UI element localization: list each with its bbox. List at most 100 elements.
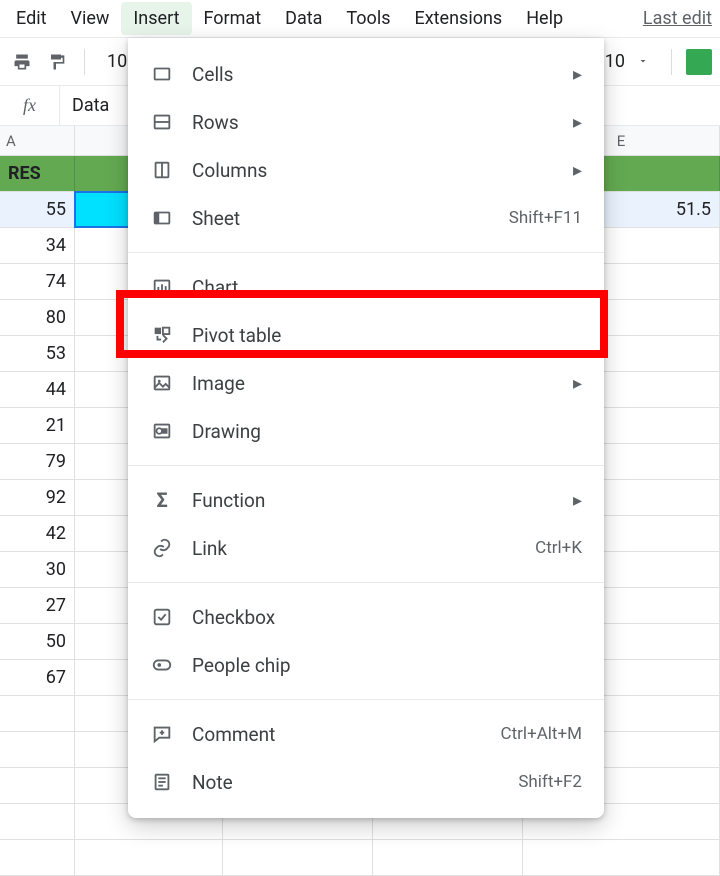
menu-shortcut: Ctrl+Alt+M <box>501 724 582 744</box>
menu-checkbox[interactable]: Checkbox <box>128 593 604 641</box>
function-icon: Σ <box>150 488 174 512</box>
menu-label: Checkbox <box>192 606 582 629</box>
menu-divider <box>128 582 604 583</box>
menu-label: People chip <box>192 654 582 677</box>
chevron-down-icon <box>637 51 649 72</box>
cell[interactable]: 79 <box>0 444 75 479</box>
image-icon <box>150 371 174 395</box>
menu-columns[interactable]: Columns ▸ <box>128 146 604 194</box>
note-icon <box>150 770 174 794</box>
cell[interactable]: 74 <box>0 264 75 299</box>
menu-divider <box>128 465 604 466</box>
menu-cells[interactable]: Cells ▸ <box>128 50 604 98</box>
menu-label: Comment <box>192 723 501 746</box>
chart-icon <box>150 275 174 299</box>
cell[interactable] <box>0 732 75 767</box>
fx-label: fx <box>0 86 60 125</box>
menu-edit[interactable]: Edit <box>4 2 58 35</box>
menu-function[interactable]: Σ Function ▸ <box>128 476 604 524</box>
columns-icon <box>150 158 174 182</box>
paint-format-icon[interactable] <box>42 48 70 76</box>
col-header-a[interactable]: A <box>0 126 75 155</box>
menu-link[interactable]: Link Ctrl+K <box>128 524 604 572</box>
cell[interactable] <box>0 768 75 803</box>
menu-note[interactable]: Note Shift+F2 <box>128 758 604 806</box>
pivot-icon <box>150 323 174 347</box>
menu-label: Note <box>192 771 518 794</box>
font-size-control[interactable]: 10 <box>597 51 657 72</box>
rows-icon <box>150 110 174 134</box>
menu-chart[interactable]: Chart <box>128 263 604 311</box>
menu-shortcut: Shift+F11 <box>509 208 582 228</box>
link-icon <box>150 536 174 560</box>
menu-drawing[interactable]: Drawing <box>128 407 604 455</box>
cell[interactable] <box>523 840 720 875</box>
menu-image[interactable]: Image ▸ <box>128 359 604 407</box>
cell[interactable]: 30 <box>0 552 75 587</box>
last-edit-link[interactable]: Last edit <box>639 2 716 35</box>
chevron-right-icon: ▸ <box>573 373 582 394</box>
separator <box>84 49 85 75</box>
menu-extensions[interactable]: Extensions <box>403 2 515 35</box>
print-icon[interactable] <box>8 48 36 76</box>
menu-people-chip[interactable]: People chip <box>128 641 604 689</box>
cell[interactable]: 42 <box>0 516 75 551</box>
menu-comment[interactable]: Comment Ctrl+Alt+M <box>128 710 604 758</box>
cell[interactable] <box>223 840 373 875</box>
cell[interactable]: 27 <box>0 588 75 623</box>
fx-value[interactable]: Data <box>60 95 109 116</box>
cell[interactable]: 55 <box>0 192 75 227</box>
chevron-right-icon: ▸ <box>573 64 582 85</box>
cell[interactable] <box>0 696 75 731</box>
table-row <box>0 840 720 876</box>
menu-label: Rows <box>192 111 573 134</box>
cell[interactable] <box>373 840 523 875</box>
menu-label: Function <box>192 489 573 512</box>
font-size-value: 10 <box>605 51 625 72</box>
cell[interactable]: 50 <box>0 624 75 659</box>
sheet-icon <box>150 206 174 230</box>
cell[interactable]: 44 <box>0 372 75 407</box>
menu-tools[interactable]: Tools <box>334 2 402 35</box>
menu-label: Columns <box>192 159 573 182</box>
menu-pivot-table[interactable]: Pivot table <box>128 311 604 359</box>
cell[interactable]: 67 <box>0 660 75 695</box>
menu-divider <box>128 252 604 253</box>
menu-label: Cells <box>192 63 573 86</box>
cell[interactable] <box>75 840 223 875</box>
menu-data[interactable]: Data <box>273 2 334 35</box>
menu-label: Pivot table <box>192 324 582 347</box>
menu-shortcut: Ctrl+K <box>535 538 582 558</box>
fill-color-swatch[interactable] <box>686 49 712 75</box>
cell[interactable] <box>0 804 75 839</box>
menu-help[interactable]: Help <box>514 2 575 35</box>
cell[interactable]: 92 <box>0 480 75 515</box>
menu-sheet[interactable]: Sheet Shift+F11 <box>128 194 604 242</box>
menu-label: Link <box>192 537 535 560</box>
people-chip-icon <box>150 653 174 677</box>
cell[interactable]: 80 <box>0 300 75 335</box>
menu-divider <box>128 699 604 700</box>
menu-format[interactable]: Format <box>192 2 274 35</box>
menu-shortcut: Shift+F2 <box>518 772 582 792</box>
menubar: Edit View Insert Format Data Tools Exten… <box>0 0 720 38</box>
chevron-right-icon: ▸ <box>573 490 582 511</box>
chevron-right-icon: ▸ <box>573 112 582 133</box>
menu-insert[interactable]: Insert <box>121 2 191 35</box>
menu-label: Image <box>192 372 573 395</box>
menu-rows[interactable]: Rows ▸ <box>128 98 604 146</box>
menu-view[interactable]: View <box>58 2 121 35</box>
drawing-icon <box>150 419 174 443</box>
cell[interactable] <box>0 840 75 875</box>
separator <box>671 49 672 75</box>
comment-icon <box>150 722 174 746</box>
checkbox-icon <box>150 605 174 629</box>
cell[interactable]: 53 <box>0 336 75 371</box>
cell[interactable]: 34 <box>0 228 75 263</box>
cell[interactable]: 21 <box>0 408 75 443</box>
menu-label: Chart <box>192 276 582 299</box>
header-cell-res[interactable]: RES <box>0 156 75 191</box>
chevron-right-icon: ▸ <box>573 160 582 181</box>
cells-icon <box>150 62 174 86</box>
menu-label: Drawing <box>192 420 582 443</box>
